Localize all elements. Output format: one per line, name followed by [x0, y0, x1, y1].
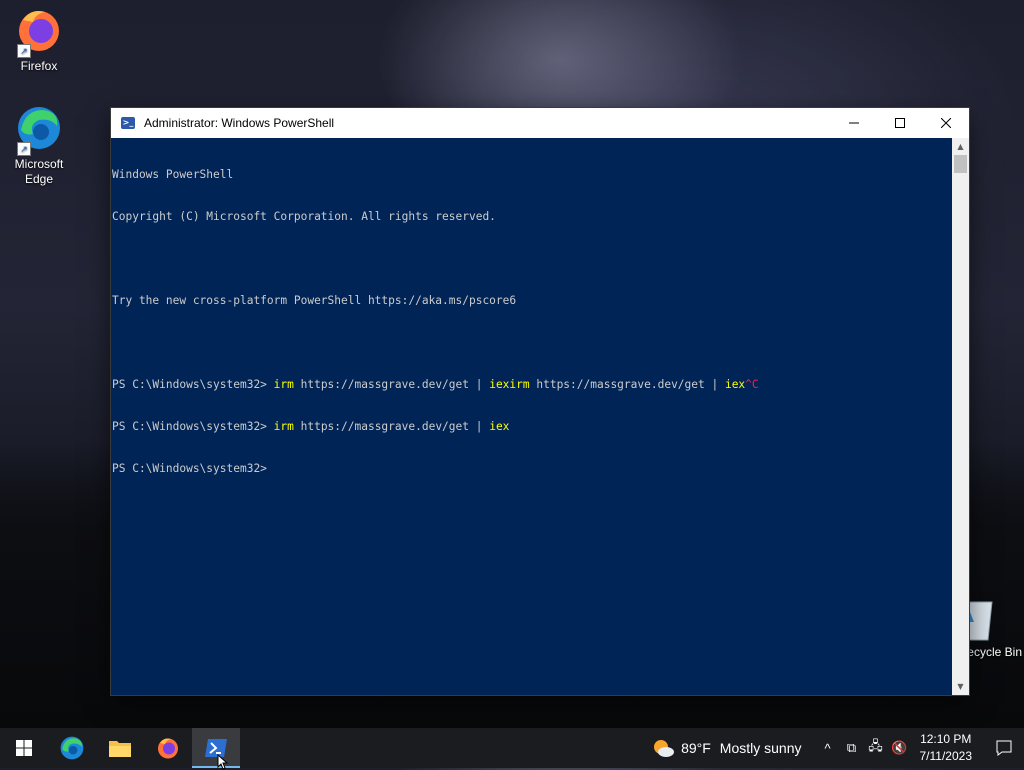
- desktop-icon-firefox[interactable]: ↗ Firefox: [3, 6, 75, 74]
- system-tray: 89°F Mostly sunny ^ ⧉ 🖧 🔇 12:10 PM 7/11/…: [651, 728, 1024, 768]
- command-token: iexirm: [489, 378, 530, 391]
- powershell-icon: >_: [121, 117, 135, 129]
- console-line: Windows PowerShell: [112, 168, 234, 181]
- maximize-button[interactable]: [877, 108, 923, 138]
- shortcut-arrow-icon: ↗: [17, 44, 31, 58]
- command-text: https://massgrave.dev/get |: [293, 378, 490, 391]
- console-prompt: PS C:\Windows\system32>: [112, 378, 274, 391]
- clock-time: 12:10 PM: [920, 732, 972, 746]
- minimize-icon: [849, 122, 859, 124]
- windows-start-icon: [16, 740, 32, 756]
- weather-condition: Mostly sunny: [719, 740, 802, 756]
- file-explorer-icon: [109, 741, 131, 757]
- scroll-up-icon[interactable]: ▲: [952, 138, 969, 155]
- meet-now-icon[interactable]: ⧉: [840, 740, 864, 756]
- console-command-line: PS C:\Windows\system32> irm https://mass…: [112, 378, 952, 392]
- window-title: Administrator: Windows PowerShell: [144, 116, 335, 130]
- maximize-icon: [895, 118, 905, 128]
- taskbar-powershell[interactable]: [192, 728, 240, 768]
- show-hidden-icons-chevron-icon[interactable]: ^: [816, 741, 840, 756]
- firefox-icon: [158, 738, 178, 759]
- powershell-window[interactable]: >_ Administrator: Windows PowerShell Win…: [111, 108, 969, 695]
- taskbar: 89°F Mostly sunny ^ ⧉ 🖧 🔇 12:10 PM 7/11/…: [0, 728, 1024, 768]
- minimize-button[interactable]: [831, 108, 877, 138]
- console-prompt: PS C:\Windows\system32>: [112, 420, 274, 433]
- console-input-line[interactable]: PS C:\Windows\system32>: [112, 462, 952, 476]
- vertical-scrollbar[interactable]: ▲ ▼: [952, 138, 969, 695]
- command-text: https://massgrave.dev/get |: [293, 420, 490, 433]
- console-line: Copyright (C) Microsoft Corporation. All…: [112, 210, 496, 223]
- close-icon: [941, 118, 951, 128]
- weather-widget[interactable]: 89°F Mostly sunny: [651, 738, 802, 758]
- taskbar-firefox[interactable]: [144, 728, 192, 768]
- command-token: iex: [724, 378, 746, 391]
- edge-icon: [60, 736, 84, 760]
- command-token: iex: [489, 420, 510, 433]
- console-command-line: PS C:\Windows\system32> irm https://mass…: [112, 420, 952, 434]
- taskbar-file-explorer[interactable]: [96, 728, 144, 768]
- window-controls: [831, 108, 969, 138]
- console-output[interactable]: Windows PowerShell Copyright (C) Microso…: [111, 138, 952, 695]
- command-token: irm: [273, 420, 294, 433]
- command-token: irm: [273, 378, 294, 391]
- network-icon[interactable]: 🖧: [864, 737, 888, 759]
- sun-cloud-icon: [654, 740, 675, 757]
- shortcut-arrow-icon: ↗: [17, 142, 31, 156]
- start-button[interactable]: [0, 728, 48, 768]
- console-prompt: PS C:\Windows\system32>: [112, 462, 274, 475]
- scroll-down-icon[interactable]: ▼: [952, 678, 969, 695]
- desktop-icon-edge[interactable]: ↗ Microsoft Edge: [3, 104, 75, 187]
- command-text: https://massgrave.dev/get |: [529, 378, 725, 391]
- taskbar-edge[interactable]: [48, 728, 96, 768]
- scrollbar-thumb[interactable]: [954, 155, 967, 173]
- notification-center-button[interactable]: [984, 728, 1024, 768]
- interrupt-marker: ^C: [745, 378, 759, 391]
- notification-icon: [996, 740, 1012, 756]
- window-titlebar[interactable]: >_ Administrator: Windows PowerShell: [111, 108, 969, 138]
- clock-date: 7/11/2023: [919, 749, 973, 763]
- volume-muted-icon[interactable]: 🔇: [888, 740, 912, 756]
- weather-temperature: 89°F: [681, 740, 711, 756]
- desktop-icon-label: Firefox: [20, 59, 58, 73]
- desktop-icon-label: Microsoft Edge: [14, 157, 64, 186]
- desktop-icon-recycle-bin[interactable]: Recycle Bin: [959, 598, 1024, 659]
- clock[interactable]: 12:10 PM 7/11/2023: [920, 731, 973, 765]
- close-button[interactable]: [923, 108, 969, 138]
- console-line: Try the new cross-platform PowerShell ht…: [112, 294, 517, 307]
